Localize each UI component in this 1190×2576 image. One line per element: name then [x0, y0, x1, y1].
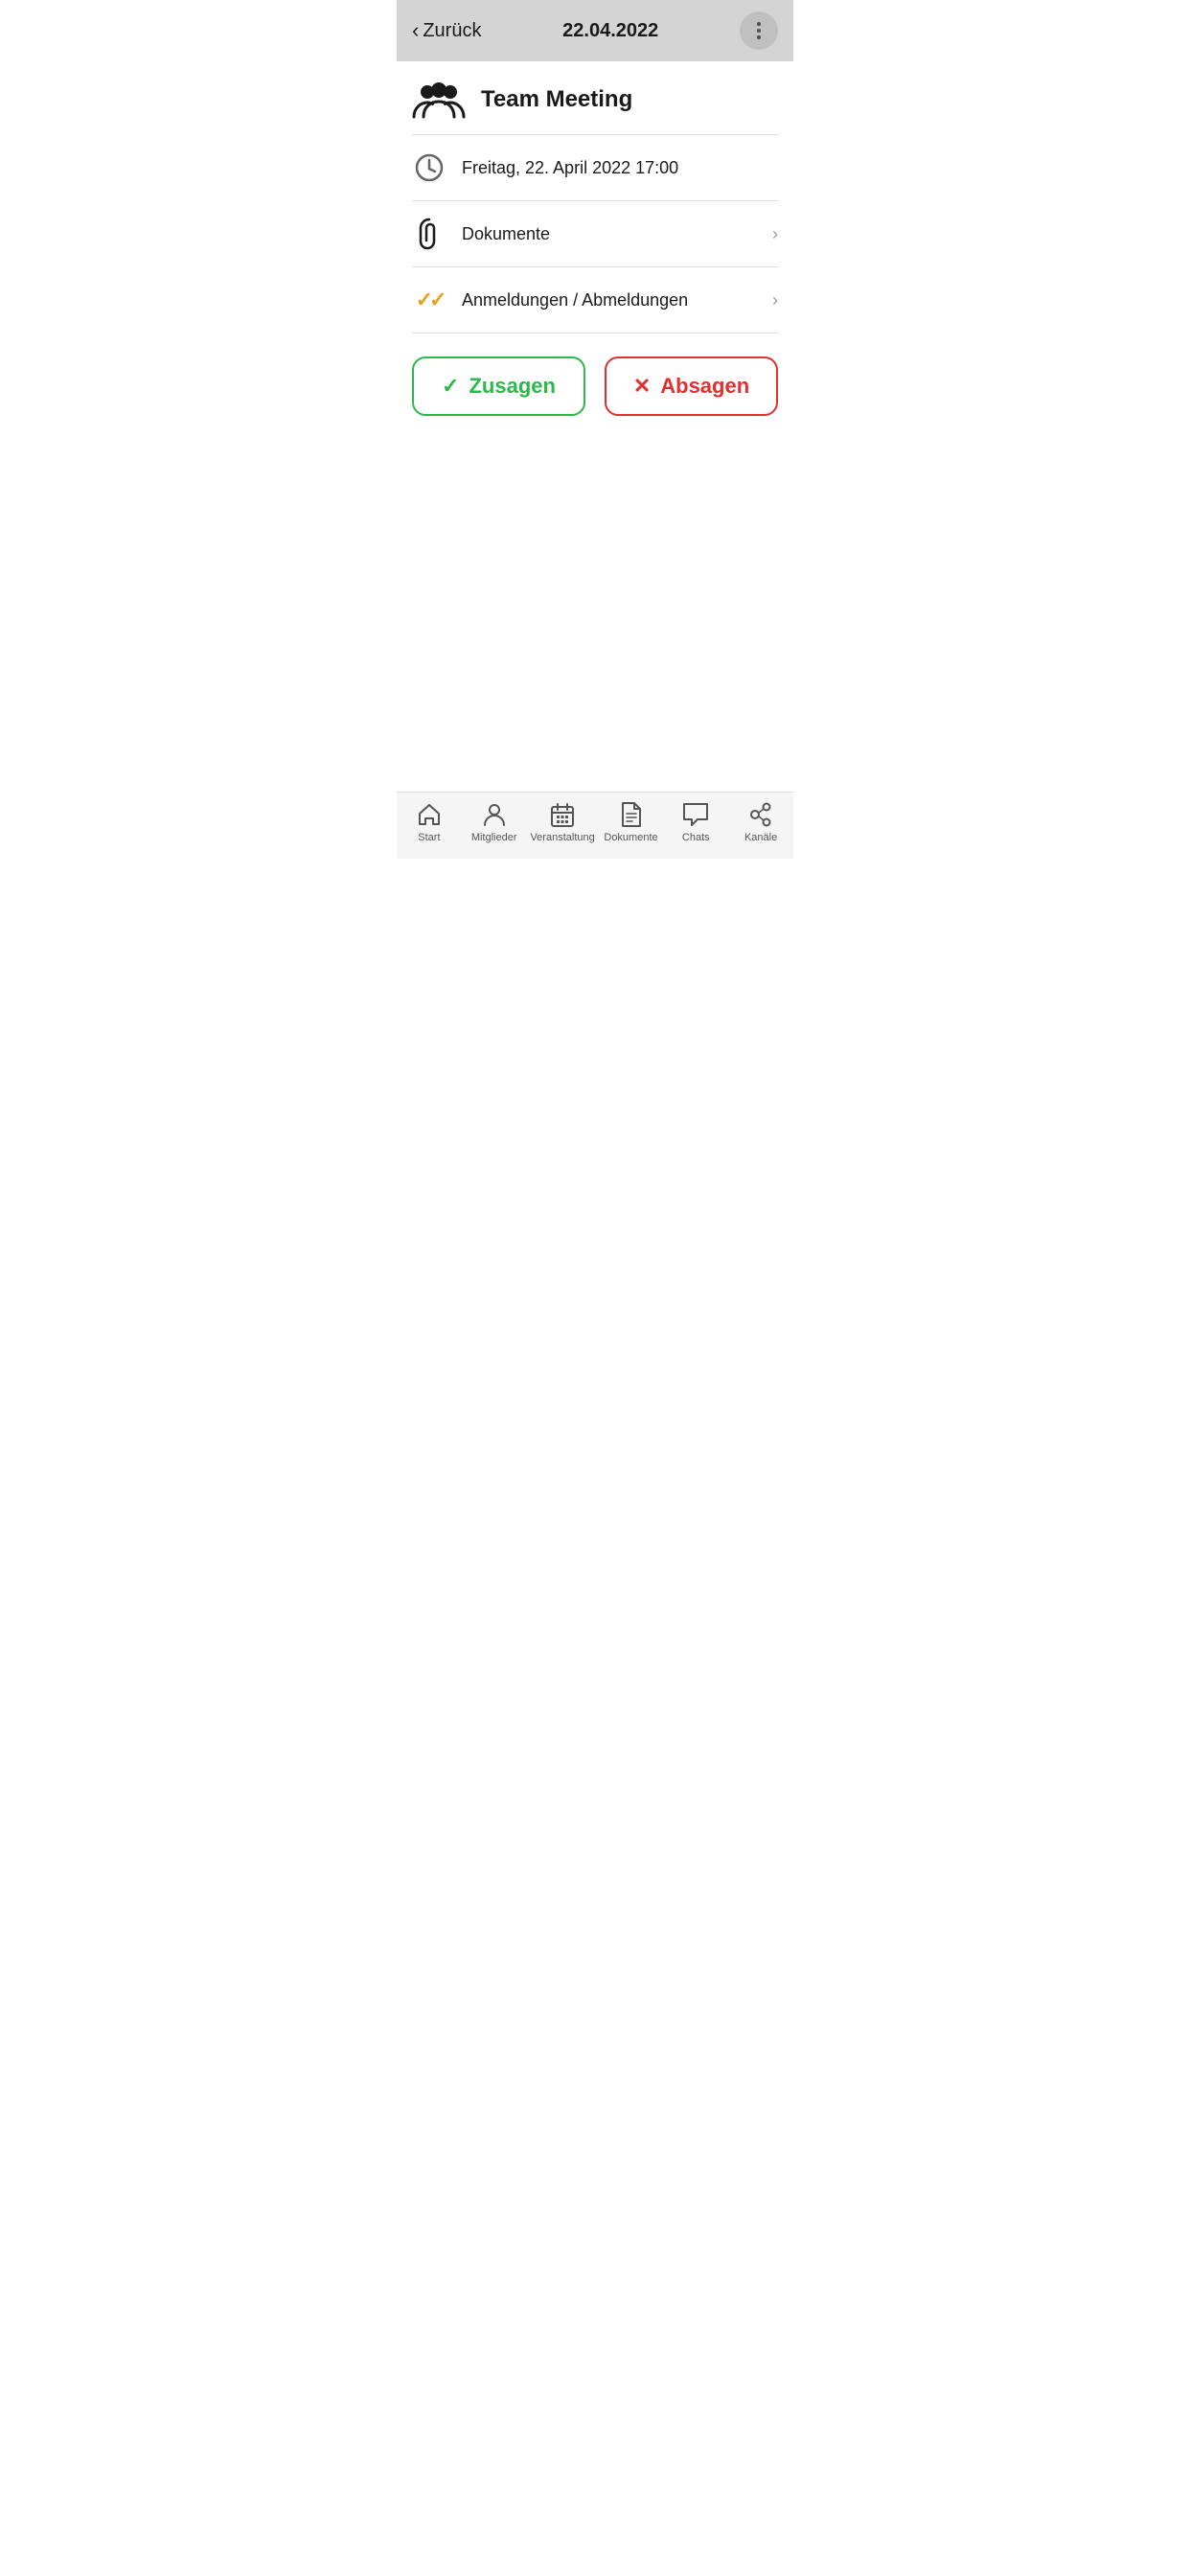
x-icon: ✕ [633, 374, 651, 399]
chat-icon [682, 801, 709, 828]
tab-event-label: Veranstaltung [530, 832, 594, 843]
more-options-button[interactable] [740, 12, 778, 50]
tab-members-label: Mitglieder [471, 832, 517, 843]
paperclip-icon [412, 217, 446, 251]
event-title: Team Meeting [481, 86, 632, 113]
datetime-text: Freitag, 22. April 2022 17:00 [462, 158, 778, 178]
nav-date-title: 22.04.2022 [562, 20, 658, 42]
registrations-row[interactable]: ✓✓ Anmeldungen / Abmeldungen › [397, 267, 793, 333]
event-header: Team Meeting [397, 61, 793, 134]
document-icon [618, 801, 645, 828]
clock-icon [412, 150, 446, 185]
double-check-icon: ✓✓ [412, 283, 446, 317]
tab-event[interactable]: Veranstaltung [530, 801, 594, 843]
decline-label: Absagen [660, 374, 749, 399]
tab-chats[interactable]: Chats [667, 801, 724, 843]
person-icon [481, 801, 508, 828]
nav-bar: ‹ Zurück 22.04.2022 [397, 0, 793, 61]
decline-button[interactable]: ✕ Absagen [605, 356, 778, 416]
action-buttons-row: ✓ Zusagen ✕ Absagen [397, 334, 793, 439]
documents-label: Dokumente [462, 224, 757, 244]
calendar-icon [549, 801, 576, 828]
group-icon [412, 80, 466, 119]
datetime-row: Freitag, 22. April 2022 17:00 [397, 135, 793, 200]
tab-chats-label: Chats [682, 832, 710, 843]
back-label: Zurück [423, 20, 481, 42]
channels-icon [747, 801, 774, 828]
tab-members[interactable]: Mitglieder [466, 801, 523, 843]
accept-button[interactable]: ✓ Zusagen [412, 356, 585, 416]
accept-label: Zusagen [469, 374, 555, 399]
registrations-label: Anmeldungen / Abmeldungen [462, 290, 757, 310]
documents-chevron-icon: › [772, 224, 778, 244]
documents-row[interactable]: Dokumente › [397, 201, 793, 266]
back-chevron-icon: ‹ [412, 18, 419, 43]
tab-bar: Start Mitglieder [397, 792, 793, 859]
tab-start[interactable]: Start [400, 801, 458, 843]
tab-channels-label: Kanäle [744, 832, 777, 843]
tab-documents-label: Dokumente [604, 832, 657, 843]
tab-start-label: Start [418, 832, 440, 843]
back-button[interactable]: ‹ Zurück [412, 18, 481, 43]
main-content: Team Meeting Freitag, 22. April 2022 17:… [397, 61, 793, 792]
tab-documents[interactable]: Dokumente [603, 801, 660, 843]
home-icon [416, 801, 443, 828]
tab-channels[interactable]: Kanäle [732, 801, 790, 843]
more-dots-icon [757, 22, 761, 39]
registrations-chevron-icon: › [772, 290, 778, 310]
check-icon: ✓ [442, 374, 459, 399]
